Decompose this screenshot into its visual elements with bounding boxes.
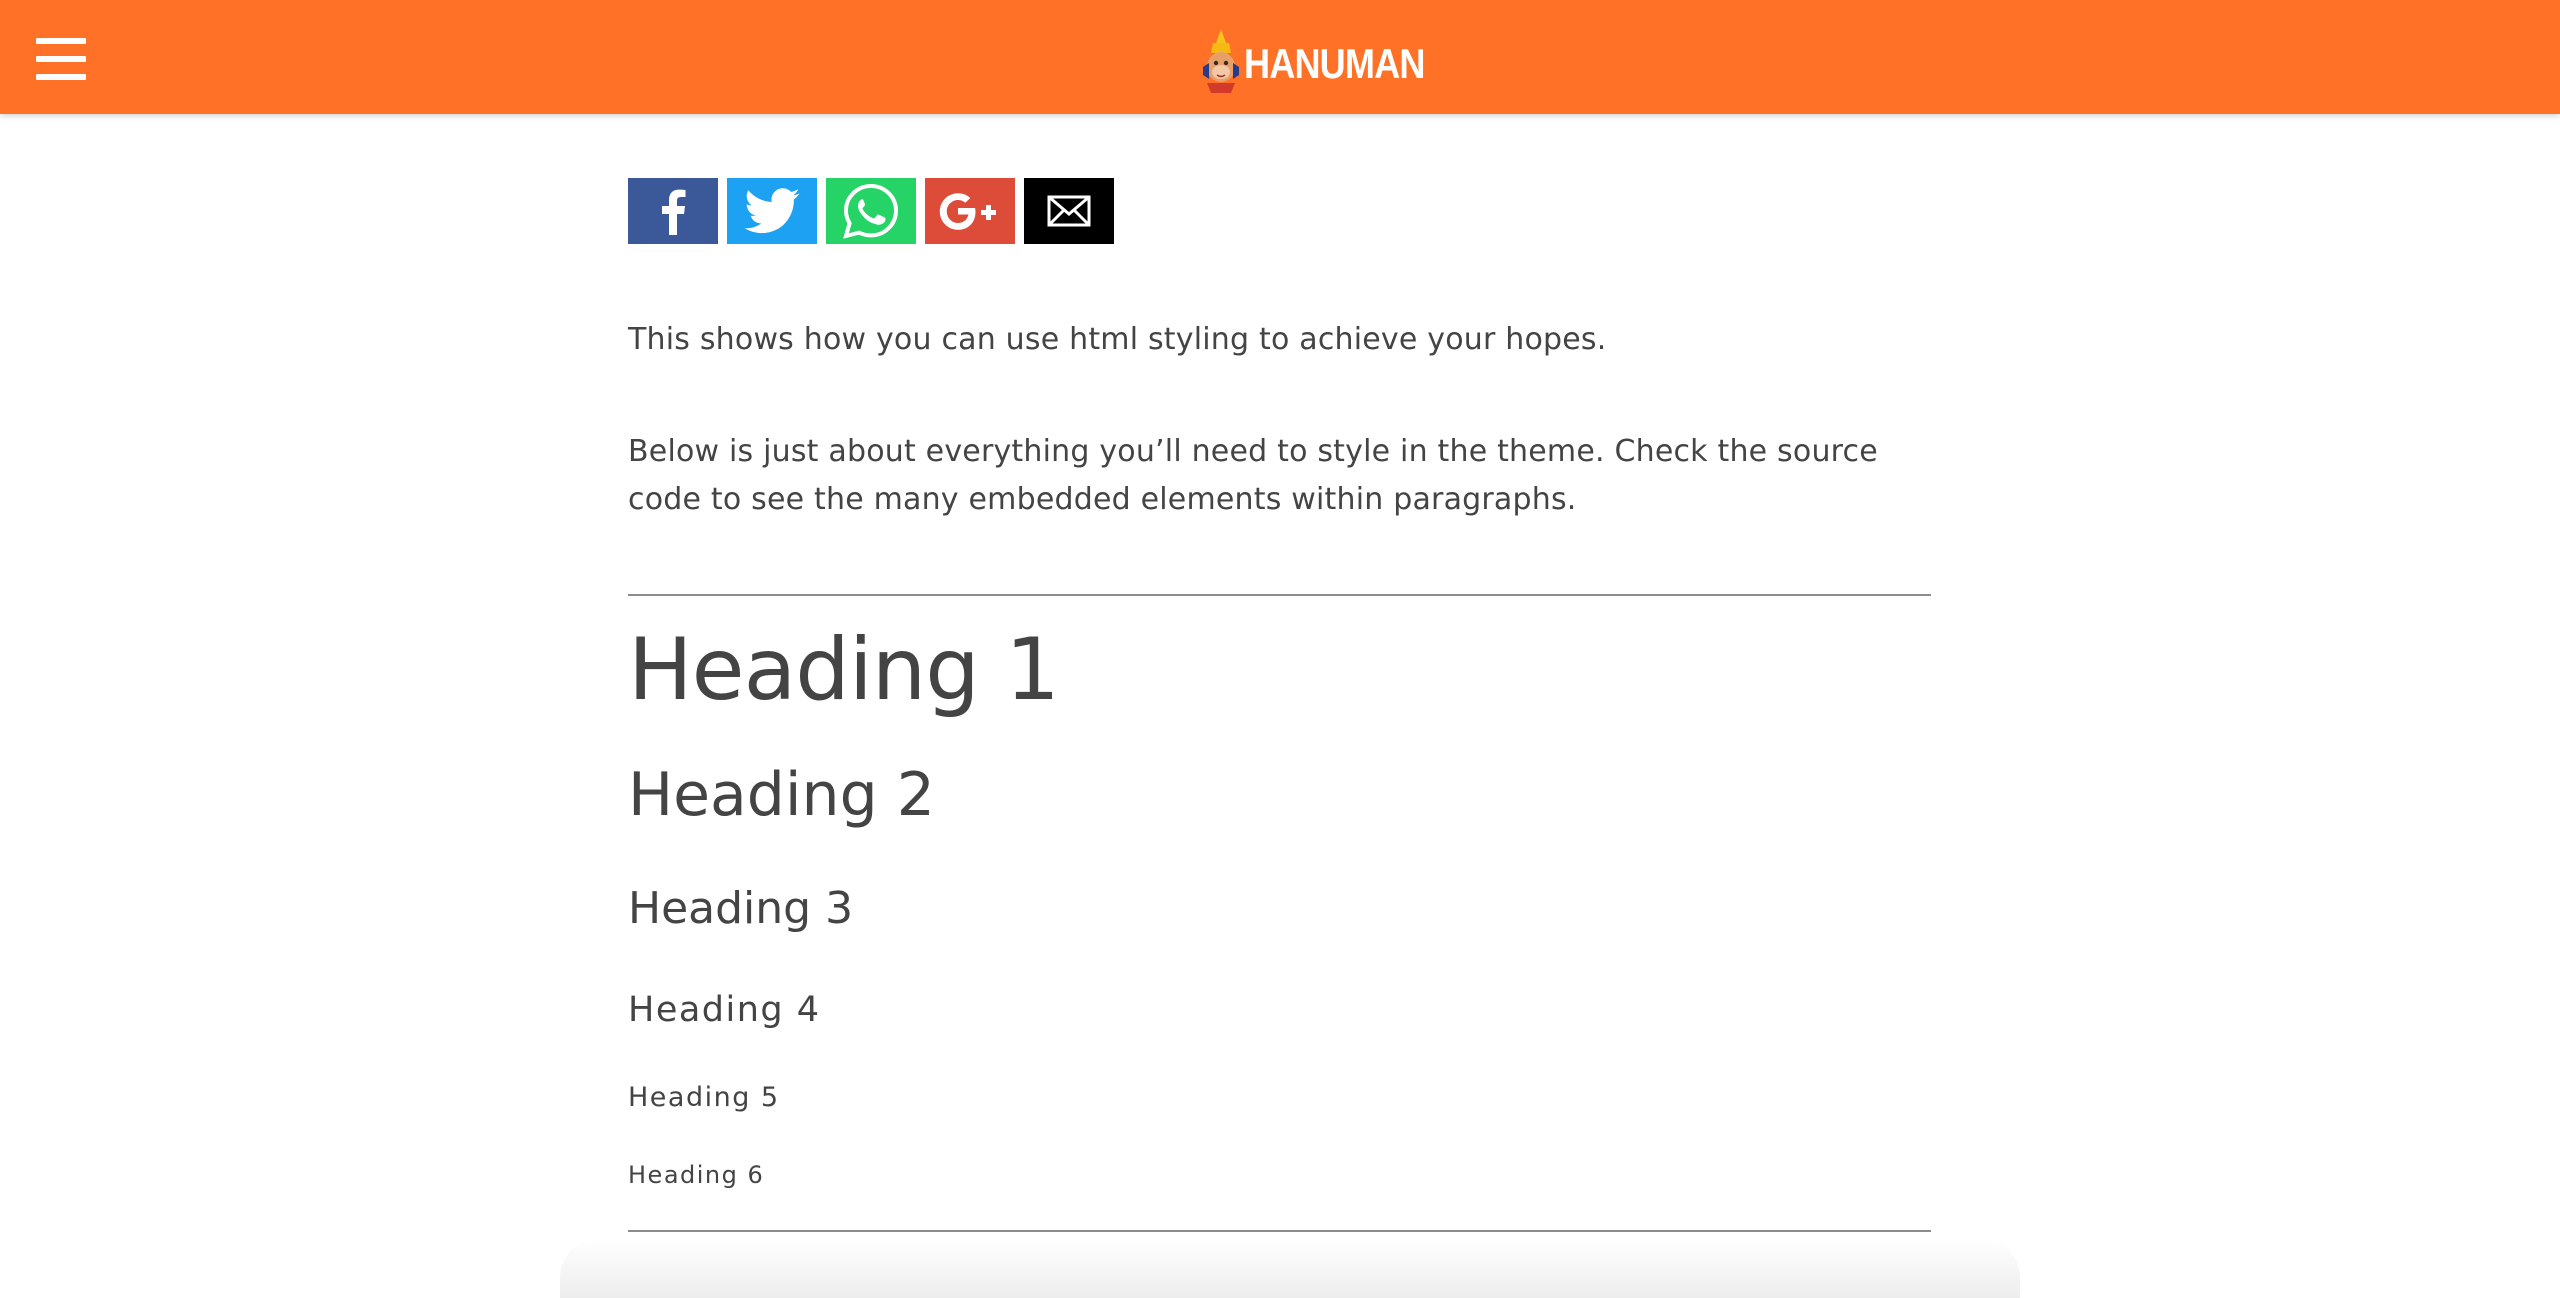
google-plus-share-button[interactable] [925, 178, 1015, 244]
divider [628, 1230, 1931, 1232]
heading-3: Heading 3 [628, 883, 854, 934]
social-share-bar [628, 178, 1931, 244]
brand-name: HANUMAN [1244, 40, 1425, 87]
google-plus-icon [939, 193, 996, 230]
whatsapp-share-button[interactable] [826, 178, 916, 244]
intro-paragraph: This shows how you can use html styling … [628, 322, 1607, 357]
email-icon [1047, 195, 1091, 227]
heading-6: Heading 6 [628, 1161, 765, 1189]
scroll-shadow [560, 1238, 2020, 1298]
site-logo[interactable]: HANUMAN [1200, 26, 1454, 96]
facebook-icon [662, 189, 686, 235]
heading-5: Heading 5 [628, 1082, 780, 1113]
top-navigation-bar: HANUMAN [0, 0, 2560, 114]
heading-4: Heading 4 [628, 990, 821, 1030]
heading-2: Heading 2 [628, 760, 935, 830]
twitter-share-button[interactable] [727, 178, 817, 244]
description-paragraph: Below is just about everything you’ll ne… [628, 434, 1878, 517]
twitter-icon [744, 188, 800, 234]
email-share-button[interactable] [1024, 178, 1114, 244]
heading-1: Heading 1 [628, 620, 1060, 720]
hamburger-menu-icon[interactable] [36, 38, 86, 80]
facebook-share-button[interactable] [628, 178, 718, 244]
hanuman-mascot-icon [1203, 29, 1239, 93]
divider [628, 594, 1931, 596]
article-content: This shows how you can use html styling … [628, 178, 1931, 1232]
whatsapp-icon [843, 183, 899, 239]
